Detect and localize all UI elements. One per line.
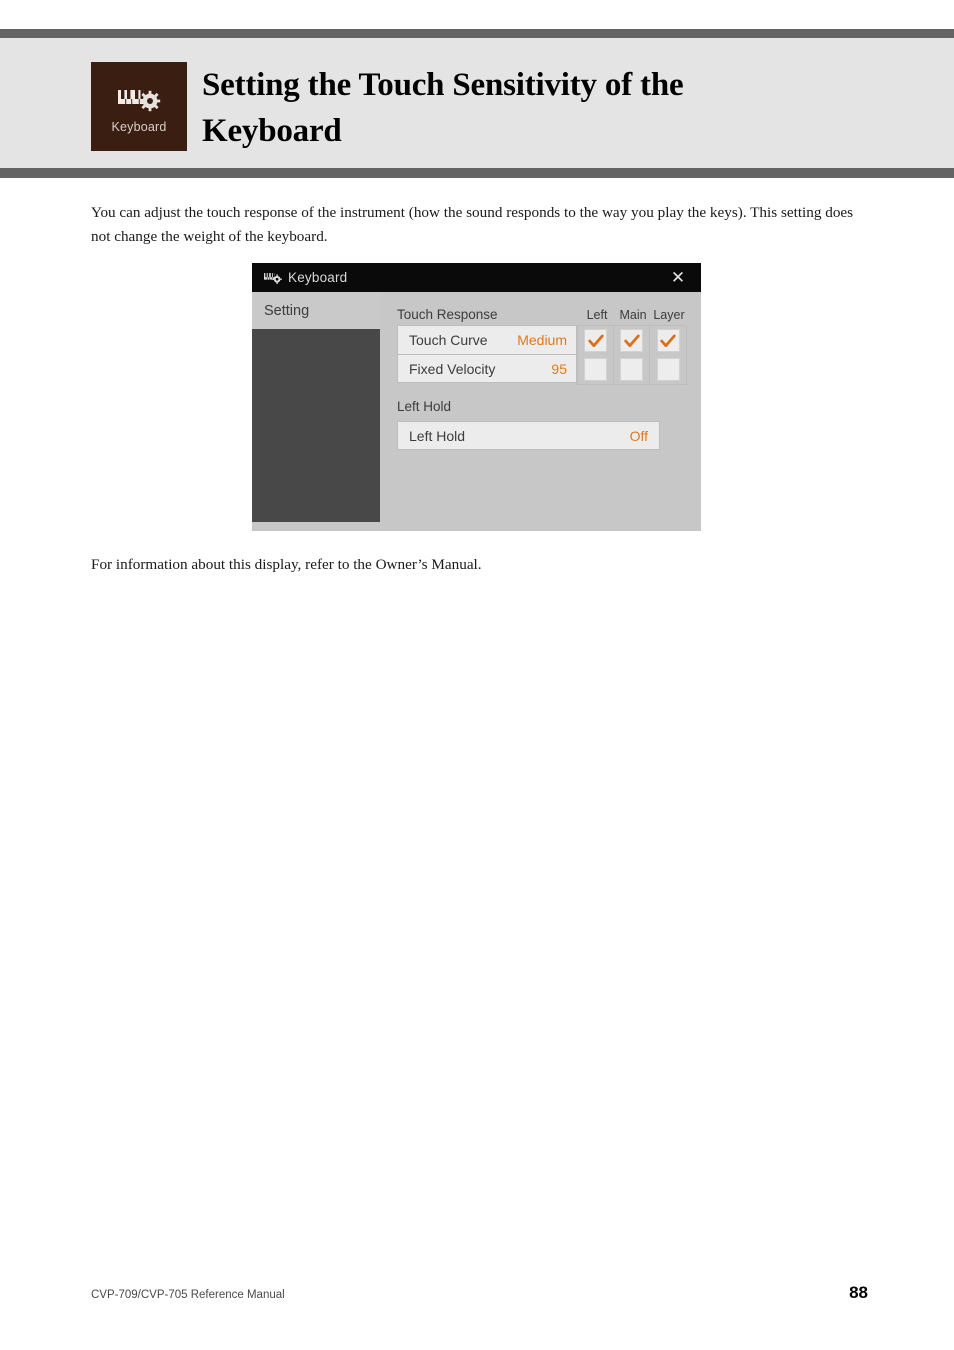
dialog-title: Keyboard: [288, 270, 348, 285]
column-header-layer: Layer: [653, 308, 685, 322]
touch-response-column-headers: Left Main Layer: [579, 308, 687, 322]
column-header-main: Main: [619, 308, 647, 322]
keyboard-gear-icon: [264, 271, 282, 285]
left-hold-row[interactable]: Left Hold Off: [397, 421, 660, 450]
checkmark-icon: [656, 329, 680, 352]
left-hold-label: Left Hold: [409, 427, 466, 444]
footer-manual-name: CVP-709/CVP-705 Reference Manual: [91, 1289, 285, 1301]
checkmark-icon: [584, 329, 607, 352]
touch-response-rows: Touch Curve Medium Fixed Velocity 95: [397, 325, 577, 385]
checkbox-column-layer: [650, 326, 686, 384]
sidebar-tab-setting-label: Setting: [264, 302, 310, 319]
left-hold-section-label: Left Hold: [397, 399, 452, 414]
footer-page-number: 88: [849, 1283, 868, 1302]
page-title: Setting the Touch Sensitivity of the Key…: [202, 67, 684, 149]
keyboard-gear-icon: [116, 82, 162, 116]
header-rule-bottom: [0, 168, 954, 178]
header-rule-top: [0, 29, 954, 38]
close-icon[interactable]: ✕: [665, 263, 691, 292]
checkbox-touch-curve-left[interactable]: [578, 326, 614, 355]
left-hold-section: Left Hold Left Hold Off: [397, 399, 687, 450]
chapter-header: Keyboard Setting the Touch Sensitivity o…: [91, 62, 891, 152]
outro-paragraph: For information about this display, refe…: [91, 556, 482, 573]
keyboard-settings-dialog: Keyboard ✕ Setting Touch Response Left M…: [252, 263, 701, 531]
empty-checkbox-icon: [620, 358, 643, 381]
chapter-icon-tile: Keyboard: [91, 62, 187, 151]
fixed-velocity-value: 95: [551, 360, 567, 377]
empty-checkbox-icon: [656, 358, 680, 381]
touch-response-table: Touch Curve Medium Fixed Velocity 95: [397, 325, 687, 385]
checkbox-fixed-velocity-left[interactable]: [578, 355, 614, 384]
left-hold-value: Off: [629, 427, 648, 444]
dialog-content: Touch Response Left Main Layer Touch Cur…: [380, 292, 701, 531]
table-row[interactable]: Fixed Velocity 95: [397, 354, 577, 383]
fixed-velocity-label: Fixed Velocity: [409, 360, 496, 377]
checkbox-fixed-velocity-layer[interactable]: [650, 355, 686, 384]
intro-paragraph: You can adjust the touch response of the…: [91, 204, 854, 245]
checkbox-fixed-velocity-main[interactable]: [614, 355, 650, 384]
sidebar-tab-setting[interactable]: Setting: [252, 292, 380, 329]
touch-curve-label: Touch Curve: [409, 332, 488, 348]
touch-response-label: Touch Response: [397, 307, 498, 322]
dialog-sidebar: Setting: [252, 292, 380, 531]
dialog-body: Setting Touch Response Left Main Layer T…: [252, 292, 701, 531]
chapter-icon-label: Keyboard: [111, 119, 167, 134]
checkbox-touch-curve-layer[interactable]: [650, 326, 686, 355]
table-row[interactable]: Touch Curve Medium: [397, 325, 577, 354]
dialog-titlebar: Keyboard ✕: [252, 263, 701, 292]
checkbox-column-main: [614, 326, 650, 384]
column-header-left: Left: [586, 308, 608, 322]
checkbox-column-left: [578, 326, 614, 384]
checkmark-icon: [620, 329, 643, 352]
touch-response-checkbox-grid: [577, 325, 687, 385]
sidebar-dark-panel: [252, 329, 380, 522]
empty-checkbox-icon: [584, 358, 607, 381]
checkbox-touch-curve-main[interactable]: [614, 326, 650, 355]
touch-response-header: Touch Response Left Main Layer: [397, 302, 687, 322]
touch-curve-value: Medium: [517, 332, 567, 348]
